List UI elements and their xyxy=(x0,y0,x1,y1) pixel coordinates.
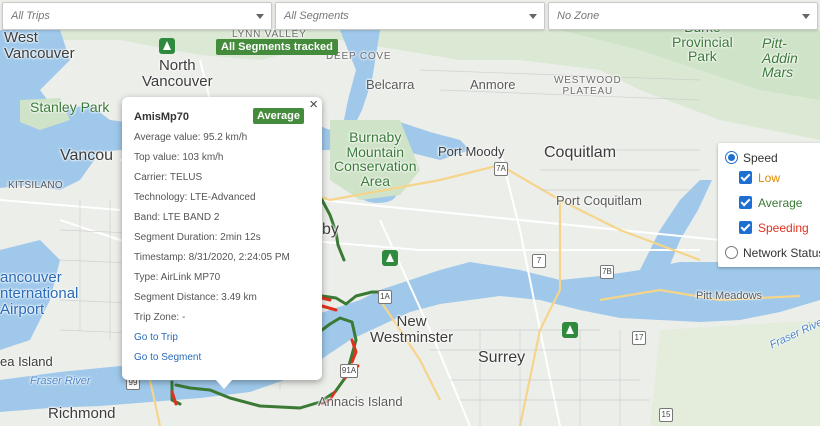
map-label-annacis-island: Annacis Island xyxy=(318,394,403,409)
popup-row-segment-duration: Segment Duration: 2min 12s xyxy=(134,232,261,243)
route-shield-15: 15 xyxy=(659,408,673,422)
segments-filter-select[interactable]: All Segments xyxy=(275,2,545,30)
popup-row-type: Type: AirLink MP70 xyxy=(134,272,221,283)
map-legend: Speed Low Average Speeding Network Statu… xyxy=(718,143,820,267)
park-icon xyxy=(159,38,175,54)
popup-row-top-value: Top value: 103 km/h xyxy=(134,152,224,163)
speed-radio-label: Speed xyxy=(743,151,778,165)
map-label-belcarra: Belcarra xyxy=(366,77,415,92)
close-icon[interactable]: × xyxy=(309,97,318,113)
map-label-north-vancouver: North Vancouver xyxy=(142,57,213,90)
map-label-burnaby: by xyxy=(322,221,339,238)
map-label-burnaby-mountain: Burnaby Mountain Conservation Area xyxy=(334,129,417,190)
popup-row-trip-zone: Trip Zone: - xyxy=(134,312,186,323)
route-shield-1a: 1A xyxy=(378,290,392,304)
map-label-stanley-park: Stanley Park xyxy=(30,99,110,115)
map-label-port-moody: Port Moody xyxy=(438,144,505,159)
chevron-down-icon xyxy=(256,14,264,19)
popup-title: AmisMp70 xyxy=(134,111,190,123)
segments-filter-value: All Segments xyxy=(284,10,349,22)
map-label-west-vancouver: West Vancouver xyxy=(4,29,75,62)
network-status-label: Network Status xyxy=(743,246,820,260)
all-segments-badge: All Segments tracked xyxy=(216,39,338,55)
go-to-segment-link[interactable]: Go to Segment xyxy=(134,352,201,363)
chevron-down-icon xyxy=(802,14,810,19)
zone-filter-value: No Zone xyxy=(557,10,600,22)
route-shield-7a: 7A xyxy=(494,162,508,176)
speeding-checkbox-label: Speeding xyxy=(758,221,809,235)
park-icon xyxy=(382,250,398,266)
map-label-vancouver-airport: ancouver nternational Airport xyxy=(0,269,79,318)
map-label-port-coquitlam: Port Coquitlam xyxy=(556,193,642,208)
zone-filter-select[interactable]: No Zone xyxy=(548,2,818,30)
map-label-kitsilano: KITSILANO xyxy=(8,180,63,191)
trips-filter-select[interactable]: All Trips xyxy=(2,2,272,30)
low-checkbox-label: Low xyxy=(758,171,781,185)
popup-row-average-value: Average value: 95.2 km/h xyxy=(134,132,248,143)
map-label-pitt-addington: Pitt-Addin Mars xyxy=(762,35,798,81)
go-to-trip-link[interactable]: Go to Trip xyxy=(134,332,178,343)
popup-row-technology: Technology: LTE-Advanced xyxy=(134,192,256,203)
popup-row-band: Band: LTE BAND 2 xyxy=(134,212,220,223)
map-label-coquitlam: Coquitlam xyxy=(544,144,617,161)
map-label-fraser-river-west: Fraser River xyxy=(30,375,91,387)
map-label-westwood-plateau: WESTWOOD PLATEAU xyxy=(554,75,622,97)
map-label-surrey: Surrey xyxy=(478,349,526,366)
route-shield-7b: 7B xyxy=(600,265,614,279)
popup-row-carrier: Carrier: TELUS xyxy=(134,172,203,183)
speeding-checkbox[interactable] xyxy=(739,221,752,234)
map-label-vancouver: Vancou xyxy=(60,147,114,164)
speed-level-badge: Average xyxy=(252,108,304,124)
average-checkbox[interactable] xyxy=(739,196,752,209)
route-shield-91a: 91A xyxy=(340,364,358,378)
park-icon xyxy=(562,322,578,338)
map-label-richmond: Richmond xyxy=(48,405,116,422)
chevron-down-icon xyxy=(529,14,537,19)
segment-info-popup: × AmisMp70 Average Average value: 95.2 k… xyxy=(122,97,322,389)
network-status-radio[interactable] xyxy=(725,246,738,259)
popup-row-segment-distance: Segment Distance: 3.49 km xyxy=(134,292,257,303)
map-label-pitt-meadows: Pitt Meadows xyxy=(696,290,763,302)
popup-row-timestamp: Timestamp: 8/31/2020, 2:24:05 PM xyxy=(134,252,290,263)
map-label-new-westminster: New Westminster xyxy=(370,313,454,346)
map-label-anmore: Anmore xyxy=(470,77,516,92)
speed-radio[interactable] xyxy=(725,151,738,164)
route-shield-17: 17 xyxy=(632,331,646,345)
average-checkbox-label: Average xyxy=(758,196,803,210)
map-label-sea-island: ea Island xyxy=(0,354,53,369)
route-shield-7: 7 xyxy=(532,254,546,268)
low-checkbox[interactable] xyxy=(739,171,752,184)
trips-filter-value: All Trips xyxy=(11,10,50,22)
